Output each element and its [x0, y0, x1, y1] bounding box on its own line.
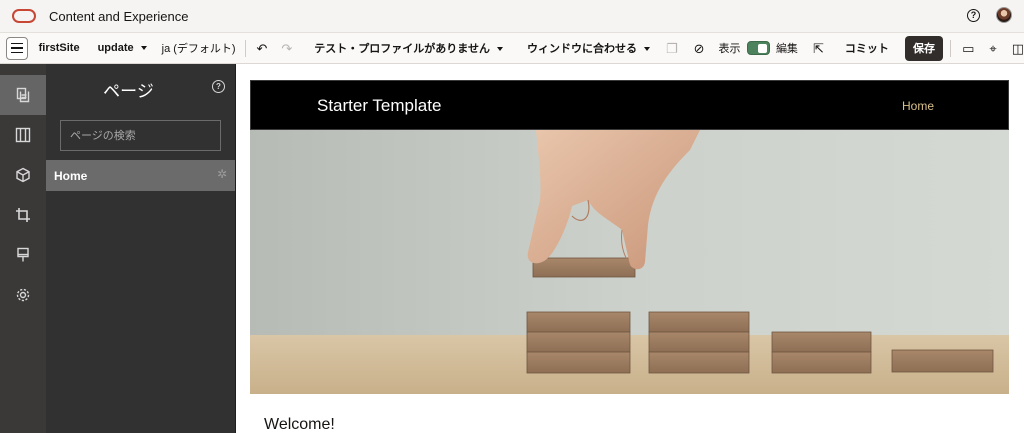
view-edit-toggle[interactable]	[746, 41, 770, 55]
rail-style-button[interactable]	[0, 235, 46, 275]
components-icon	[15, 127, 31, 143]
app-header: Content and Experience ?	[0, 0, 1024, 33]
rail-themes-button[interactable]	[0, 155, 46, 195]
chevron-down-icon	[496, 47, 503, 52]
chevron-down-icon	[140, 46, 147, 51]
page-item-home[interactable]: Home ✲	[46, 160, 235, 191]
left-rail	[0, 64, 46, 433]
rail-crop-button[interactable]	[0, 195, 46, 235]
welcome-heading: Welcome!	[264, 416, 335, 433]
settings-gear-icon	[16, 288, 30, 302]
themes-cube-icon	[16, 167, 30, 183]
divider	[244, 39, 246, 57]
comments-icon[interactable]: ▭	[962, 42, 974, 55]
site-navbar: Starter Template Home	[250, 80, 1009, 130]
fit-window-label: ウィンドウに合わせる	[526, 43, 637, 55]
hero-photo	[250, 130, 1009, 394]
commit-button[interactable]: コミット	[845, 40, 889, 56]
panel-title: ページ	[103, 82, 154, 101]
pages-icon	[16, 87, 30, 103]
open-external-icon[interactable]: ⇱	[813, 42, 824, 55]
chevron-down-icon	[643, 47, 650, 52]
save-button[interactable]: 保存	[904, 35, 944, 61]
hero-image[interactable]	[250, 130, 1009, 394]
editor-toolbar: firstSite update ja (デフォルト) ↶ ↷ テスト・プロファ…	[0, 33, 1024, 64]
location-pin-icon[interactable]: ⌖	[989, 42, 996, 55]
site-brand[interactable]: Starter Template	[317, 96, 441, 116]
redo-icon[interactable]: ↷	[281, 42, 292, 55]
test-profile-dropdown[interactable]: テスト・プロファイルがありません	[314, 40, 503, 56]
paint-brush-icon	[17, 247, 29, 262]
undo-icon[interactable]: ↶	[256, 42, 267, 55]
help-icon[interactable]: ?	[212, 80, 225, 93]
update-dropdown[interactable]: update	[98, 42, 147, 54]
rail-components-button[interactable]	[0, 115, 46, 155]
site-name[interactable]: firstSite	[39, 42, 80, 54]
update-label: update	[97, 42, 134, 54]
site-preview: Starter Template Home Welcome!	[250, 80, 1009, 433]
avatar[interactable]	[996, 7, 1012, 23]
page-settings-gear-icon[interactable]: ✲	[217, 168, 227, 180]
side-panel-icon[interactable]: ◫	[1012, 42, 1024, 55]
ruler-icon[interactable]: ⊘	[694, 42, 705, 55]
divider	[950, 39, 952, 57]
page-search-input[interactable]	[60, 120, 221, 151]
page-item-label: Home	[54, 168, 88, 183]
crop-icon	[16, 208, 30, 222]
site-canvas: Starter Template Home Welcome!	[236, 64, 1024, 433]
oracle-logo	[12, 9, 36, 23]
edit-label: 編集	[775, 43, 798, 55]
help-icon[interactable]: ?	[967, 8, 980, 22]
pages-panel: ページ ? Home ✲	[46, 64, 236, 433]
menu-button[interactable]	[6, 36, 28, 60]
app-title: Content and Experience	[49, 8, 189, 24]
test-profile-label: テスト・プロファイルがありません	[314, 43, 490, 55]
rail-pages-button[interactable]	[0, 75, 46, 115]
language-selector[interactable]: ja (デフォルト)	[162, 40, 236, 56]
rail-settings-button[interactable]	[0, 275, 46, 315]
view-label: 表示	[718, 43, 741, 55]
fit-window-dropdown[interactable]: ウィンドウに合わせる	[527, 40, 650, 56]
site-nav-link-home[interactable]: Home	[902, 99, 934, 113]
device-preview-icon[interactable]: ❐	[666, 42, 678, 55]
